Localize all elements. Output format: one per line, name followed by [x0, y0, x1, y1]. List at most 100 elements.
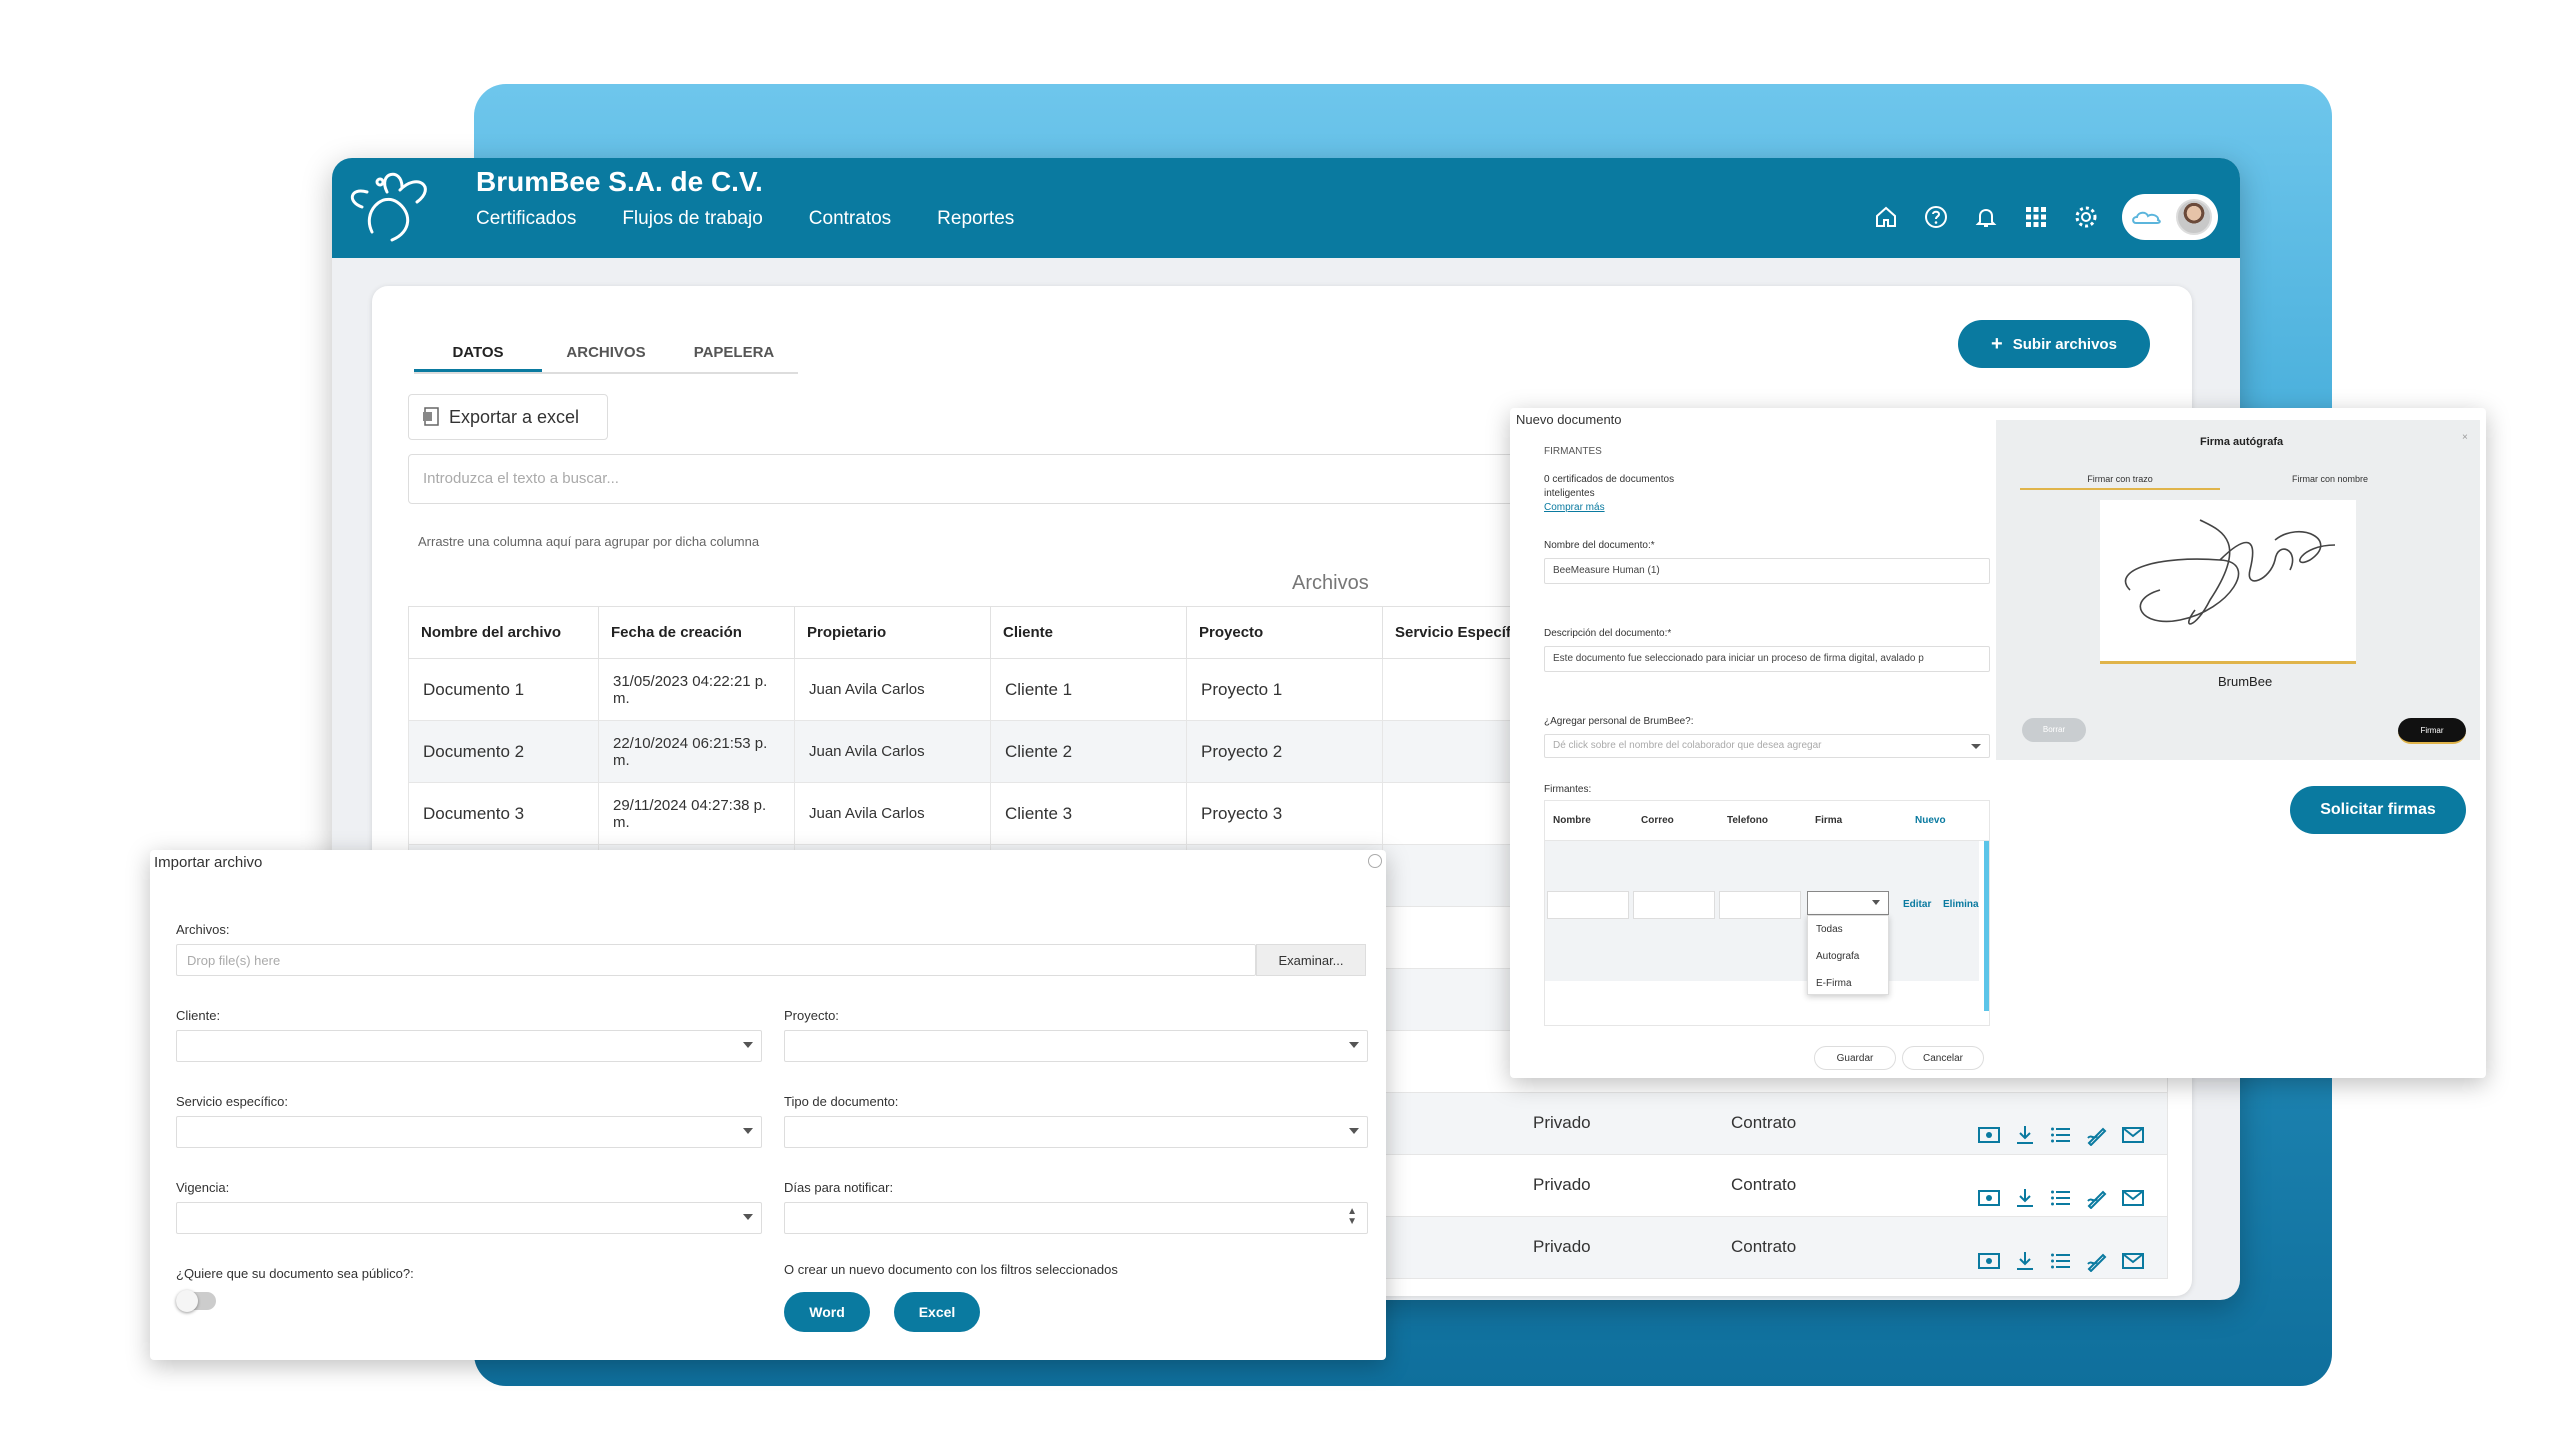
firma-select[interactable] [1807, 891, 1889, 915]
cell-privado: Privado [1533, 1237, 1591, 1256]
cell-fecha: 22/10/2024 06:21:53 p. m. [598, 720, 795, 783]
nombre-doc-label: Nombre del documento:* [1544, 540, 1655, 551]
upload-button[interactable]: + Subir archivos [1958, 320, 2150, 368]
correo-input[interactable] [1633, 891, 1715, 919]
sign-icon[interactable] [2086, 1124, 2108, 1146]
guardar-button[interactable]: Guardar [1814, 1046, 1896, 1070]
mail-icon[interactable] [2122, 1187, 2144, 1209]
servicio-select[interactable] [176, 1116, 762, 1148]
agregar-label: ¿Agregar personal de BrumBee?: [1544, 716, 1694, 727]
mail-icon[interactable] [2122, 1250, 2144, 1272]
buy-more-link[interactable]: Comprar más [1544, 502, 1605, 513]
certs-line1: 0 certificados de documentos [1544, 474, 1675, 485]
view-icon[interactable] [1978, 1187, 2000, 1209]
borrar-button[interactable]: Borrar [2022, 718, 2086, 742]
cliente-label: Cliente: [176, 1008, 221, 1023]
upload-button-label: Subir archivos [2012, 335, 2117, 353]
excel-button[interactable]: Excel [894, 1292, 980, 1332]
stepper-arrows-icon[interactable]: ▲ ▼ [1347, 1207, 1357, 1227]
cell-proyecto: Proyecto 1 [1186, 658, 1383, 721]
close-icon[interactable]: × [2462, 432, 2468, 443]
firma-option-autografa[interactable]: Autografa [1816, 951, 1859, 962]
nuevo-firmante-button[interactable]: Nuevo [1915, 815, 1946, 826]
list-icon[interactable] [2050, 1124, 2072, 1146]
close-icon[interactable] [1368, 854, 1382, 868]
nav-certificados[interactable]: Certificados [476, 208, 576, 230]
tab-firmar-trazo[interactable]: Firmar con trazo [2020, 470, 2220, 490]
col-nombre[interactable]: Nombre del archivo [408, 606, 599, 659]
nav-reportes[interactable]: Reportes [937, 208, 1014, 230]
tipo-select[interactable] [784, 1116, 1368, 1148]
agregar-placeholder: Dé click sobre el nombre del colaborador… [1553, 740, 1822, 751]
tipo-label: Tipo de documento: [784, 1094, 899, 1109]
help-icon[interactable] [1922, 203, 1950, 231]
solicitar-firmas-button[interactable]: Solicitar firmas [2290, 786, 2466, 834]
export-excel-button[interactable]: Exportar a excel [408, 394, 608, 440]
row-actions [1978, 1124, 2144, 1146]
apps-grid-icon[interactable] [2022, 203, 2050, 231]
cancelar-button[interactable]: Cancelar [1902, 1046, 1984, 1070]
user-menu[interactable] [2122, 194, 2218, 240]
cell-propietario: Juan Avila Carlos [794, 658, 991, 721]
cell-fecha: 29/11/2024 04:27:38 p. m. [598, 782, 795, 845]
download-icon[interactable] [2014, 1187, 2036, 1209]
tab-datos[interactable]: DATOS [414, 334, 542, 372]
descripcion-label: Descripción del documento:* [1544, 628, 1672, 639]
file-drop-input[interactable]: Drop file(s) here [176, 944, 1256, 976]
sign-icon[interactable] [2086, 1250, 2108, 1272]
row-actions [1978, 1187, 2144, 1209]
cell-privado: Privado [1533, 1113, 1591, 1132]
proyecto-select[interactable] [784, 1030, 1368, 1062]
main-nav: Certificados Flujos de trabajo Contratos… [476, 208, 1014, 230]
col-fecha[interactable]: Fecha de creación [598, 606, 795, 659]
tab-papelera[interactable]: PAPELERA [670, 334, 798, 372]
firmar-button[interactable]: Firmar [2398, 718, 2466, 744]
firma-option-todas[interactable]: Todas [1816, 924, 1843, 935]
cliente-select[interactable] [176, 1030, 762, 1062]
chevron-down-icon [1349, 1128, 1359, 1134]
nav-contratos[interactable]: Contratos [809, 208, 891, 230]
col-proyecto[interactable]: Proyecto [1186, 606, 1383, 659]
firma-option-efirma[interactable]: E-Firma [1816, 978, 1852, 989]
nav-flujos[interactable]: Flujos de trabajo [622, 208, 762, 230]
col-nombre: Nombre [1553, 815, 1591, 826]
cell-cliente: Cliente 1 [990, 658, 1187, 721]
vigencia-select[interactable] [176, 1202, 762, 1234]
editar-link[interactable]: Editar [1903, 899, 1931, 910]
cell-contrato: Contrato [1731, 1237, 1797, 1256]
publico-toggle[interactable] [176, 1290, 216, 1312]
download-icon[interactable] [2014, 1124, 2036, 1146]
home-icon[interactable] [1872, 203, 1900, 231]
tab-firmar-nombre[interactable]: Firmar con nombre [2230, 470, 2430, 490]
sign-icon[interactable] [2086, 1187, 2108, 1209]
tab-archivos[interactable]: ARCHIVOS [542, 334, 670, 372]
bell-icon[interactable] [1972, 203, 2000, 231]
dias-stepper[interactable]: ▲ ▼ [784, 1202, 1368, 1234]
list-icon[interactable] [2050, 1250, 2072, 1272]
eliminar-link[interactable]: Eliminar [1943, 899, 1979, 910]
cell-nombre: Documento 2 [408, 720, 599, 783]
download-icon[interactable] [2014, 1250, 2036, 1272]
col-propietario[interactable]: Propietario [794, 606, 991, 659]
tabs: DATOS ARCHIVOS PAPELERA [414, 334, 798, 374]
view-icon[interactable] [1978, 1124, 2000, 1146]
agregar-select[interactable]: Dé click sobre el nombre del colaborador… [1544, 734, 1990, 758]
export-label: Exportar a excel [449, 406, 580, 427]
browse-button[interactable]: Examinar... [1256, 944, 1366, 976]
nombre-doc-input[interactable]: BeeMeasure Human (1) [1544, 558, 1990, 584]
nombre-input[interactable] [1547, 891, 1629, 919]
company-name: BrumBee S.A. de C.V. [476, 166, 763, 197]
word-button[interactable]: Word [784, 1292, 870, 1332]
gear-icon[interactable] [2072, 203, 2100, 231]
archivos-label: Archivos: [176, 922, 230, 937]
plus-icon: + [1991, 332, 2003, 355]
cell-proyecto: Proyecto 2 [1186, 720, 1383, 783]
mail-icon[interactable] [2122, 1124, 2144, 1146]
telefono-input[interactable] [1719, 891, 1801, 919]
list-icon[interactable] [2050, 1187, 2072, 1209]
scrollbar[interactable] [1984, 841, 1989, 1011]
view-icon[interactable] [1978, 1250, 2000, 1272]
descripcion-input[interactable]: Este documento fue seleccionado para ini… [1544, 646, 1990, 672]
signature-canvas[interactable] [2100, 500, 2356, 664]
col-cliente[interactable]: Cliente [990, 606, 1187, 659]
